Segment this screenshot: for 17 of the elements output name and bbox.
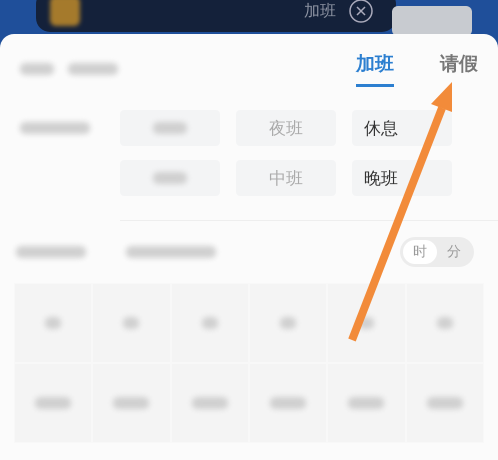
toggle-option[interactable]: 分 xyxy=(437,240,471,264)
blurred-text xyxy=(20,63,54,75)
tab[interactable]: 请假 xyxy=(440,51,478,87)
banner-title: 加班 xyxy=(304,0,336,22)
tab[interactable]: 加班 xyxy=(356,51,394,87)
blurred-text xyxy=(16,246,86,258)
shift-option[interactable]: 晚班 xyxy=(352,160,452,196)
blurred-text xyxy=(68,63,118,75)
shift-option[interactable] xyxy=(120,160,220,196)
shift-option[interactable] xyxy=(120,110,220,146)
blurred-text xyxy=(20,122,90,134)
shift-option[interactable]: 夜班 xyxy=(236,110,336,146)
shift-option[interactable]: 休息 xyxy=(352,110,452,146)
unit-toggle[interactable]: 时 分 xyxy=(400,237,474,267)
toggle-option[interactable]: 时 xyxy=(403,240,437,264)
close-icon[interactable] xyxy=(348,0,374,24)
shift-option[interactable]: 中班 xyxy=(236,160,336,196)
